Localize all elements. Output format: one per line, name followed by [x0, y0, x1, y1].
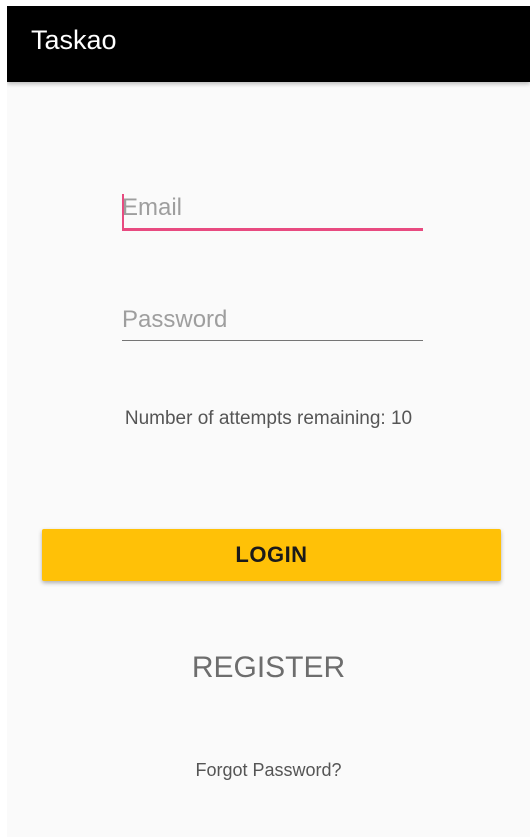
- email-underline: [122, 228, 423, 231]
- register-button[interactable]: REGISTER: [7, 650, 530, 686]
- login-button[interactable]: LOGIN: [42, 529, 501, 581]
- password-underline: [122, 340, 423, 341]
- password-field-container: [122, 306, 423, 341]
- app-bar: Taskao: [7, 6, 530, 82]
- password-input[interactable]: [122, 306, 423, 340]
- text-cursor: [122, 194, 124, 228]
- email-field-container: [122, 194, 423, 231]
- app-title: Taskao: [31, 25, 117, 55]
- email-input[interactable]: [122, 194, 423, 228]
- login-screen: Taskao Number of attempts remaining: 10 …: [7, 6, 530, 837]
- forgot-password-link[interactable]: Forgot Password?: [7, 760, 530, 781]
- attempts-remaining-text: Number of attempts remaining: 10: [124, 408, 413, 429]
